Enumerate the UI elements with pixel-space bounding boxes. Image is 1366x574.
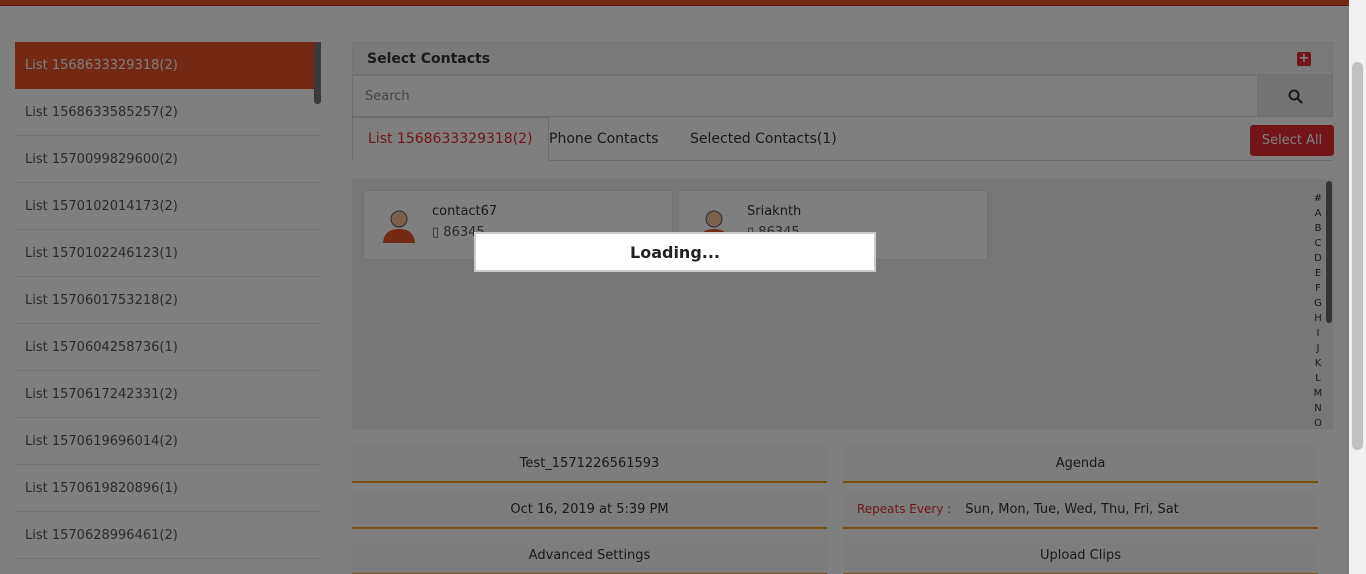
- loading-text: Loading...: [630, 242, 720, 262]
- loading-overlay: [0, 0, 1349, 574]
- page-scrollbar-thumb[interactable]: [1352, 62, 1363, 450]
- loading-dialog: Loading...: [474, 232, 876, 272]
